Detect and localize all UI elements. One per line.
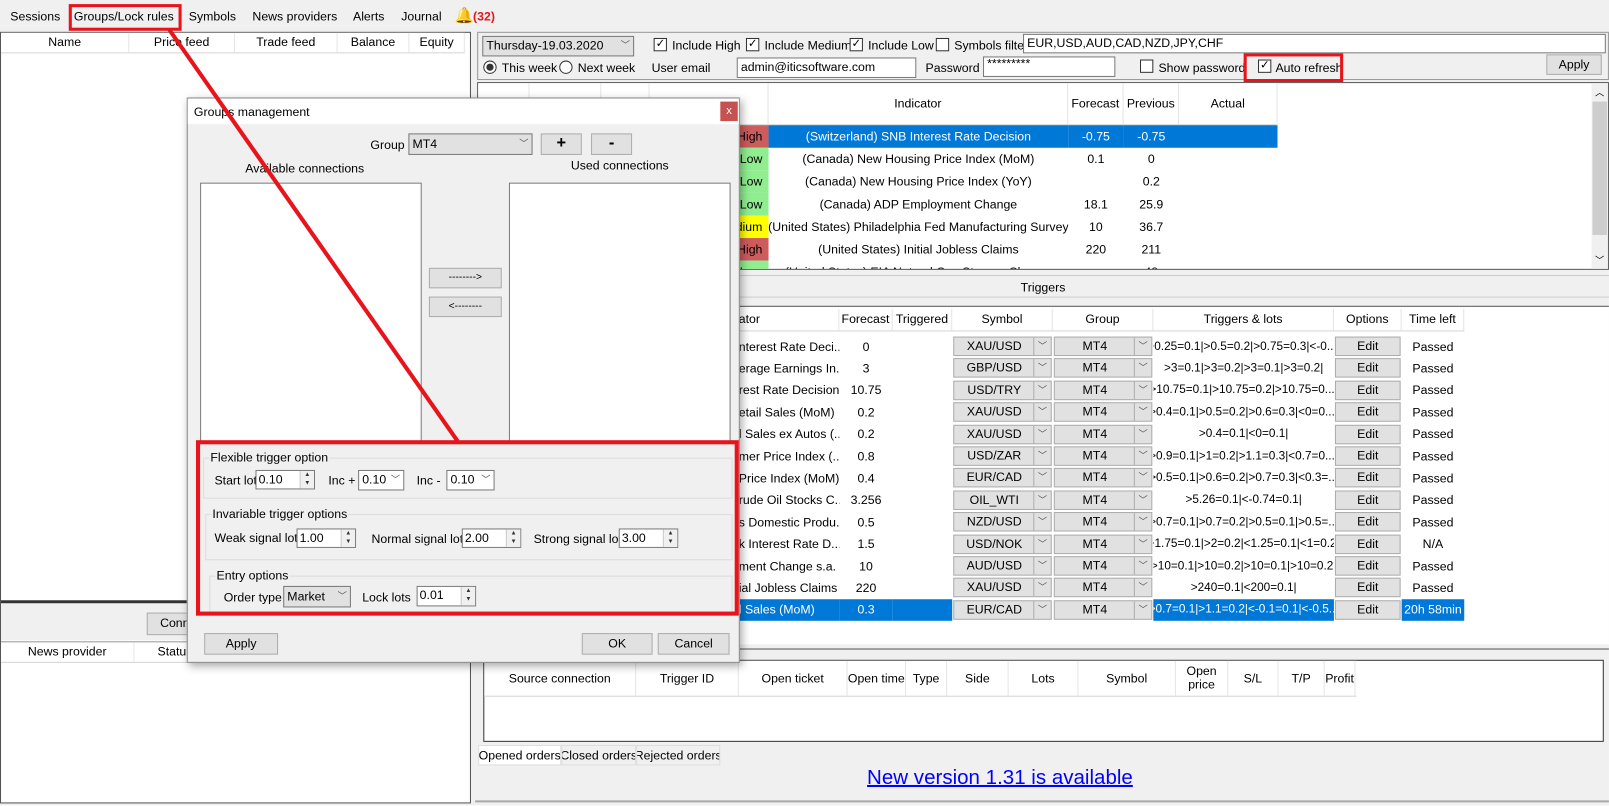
app-window: Sessions Groups/Lock rules Symbols News … xyxy=(0,0,1609,806)
annotation-arrow-line xyxy=(167,28,460,443)
annotation-line xyxy=(167,28,460,443)
